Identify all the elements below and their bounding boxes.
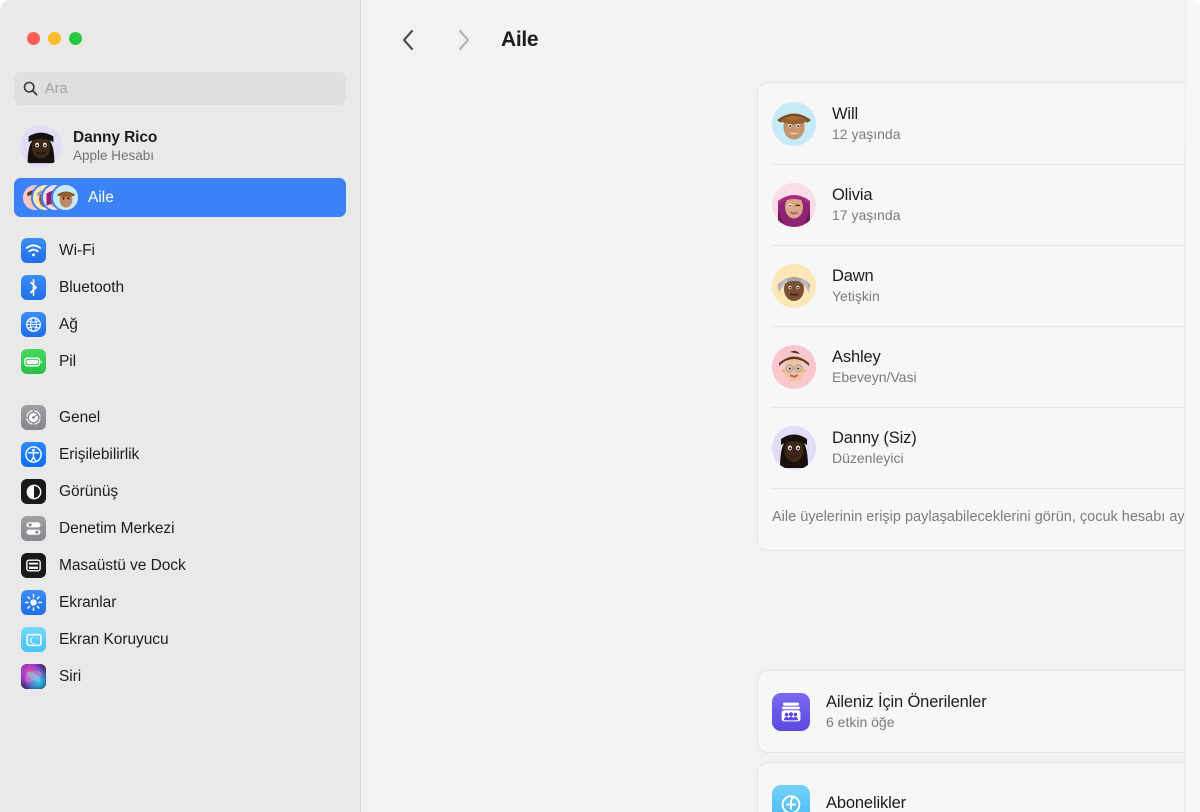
family-recommendations-icon <box>772 692 810 731</box>
avatar <box>772 263 816 308</box>
member-role: Ebeveyn/Vasi <box>832 369 917 385</box>
sidebar-item-wifi[interactable]: Wi-Fi <box>14 232 346 269</box>
detail-pane: Aile Will 12 yaşında Olivia 17 yaşında D… <box>361 0 1200 812</box>
avatar <box>772 182 816 227</box>
member-role: 12 yaşında <box>832 126 901 142</box>
sidebar-item-screensaver[interactable]: Ekran Koruyucu <box>14 621 346 658</box>
table-row[interactable]: Will 12 yaşında <box>758 83 1200 164</box>
sidebar-item-label: Ekranlar <box>59 593 117 611</box>
tile-title: Aileniz İçin Önerilenler <box>826 693 987 711</box>
list-item[interactable]: Abonelikler <box>758 763 1200 812</box>
vertical-scrollbar[interactable] <box>1185 0 1200 812</box>
forward-button[interactable] <box>445 21 483 59</box>
subscriptions-card[interactable]: Abonelikler <box>757 762 1200 812</box>
screensaver-icon <box>21 627 46 652</box>
avatar <box>772 344 816 389</box>
stacked-avatar-4 <box>51 183 80 212</box>
sidebar-item-desktop-dock[interactable]: Masaüstü ve Dock <box>14 547 346 584</box>
member-role: Yetişkin <box>832 288 880 304</box>
sidebar-item-label: Bluetooth <box>59 278 125 296</box>
sidebar-item-bluetooth[interactable]: Bluetooth <box>14 269 346 306</box>
recommendations-card[interactable]: Aileniz İçin Önerilenler 6 etkin öğe <box>757 670 1200 753</box>
siri-icon <box>21 664 46 689</box>
family-members-card: Will 12 yaşında Olivia 17 yaşında Dawn Y… <box>757 82 1200 552</box>
member-role: 17 yaşında <box>832 207 901 223</box>
close-button[interactable] <box>27 32 40 45</box>
sidebar-nav-list: Wi-Fi Bluetooth Ağ Pil Genel Erişilebili… <box>0 232 360 695</box>
member-name: Danny (Siz) <box>832 429 917 447</box>
sidebar: Danny Rico Apple Hesabı <box>0 0 361 812</box>
battery-icon <box>21 349 46 374</box>
avatar <box>772 425 816 470</box>
search-field[interactable] <box>14 72 346 105</box>
sidebar-item-network[interactable]: Ağ <box>14 306 346 343</box>
appearance-icon <box>21 479 46 504</box>
avatar <box>20 125 62 167</box>
sidebar-item-label: Wi-Fi <box>59 241 95 259</box>
desktop-dock-icon <box>21 553 46 578</box>
sidebar-item-label: Erişilebilirlik <box>59 445 140 463</box>
back-button[interactable] <box>389 21 427 59</box>
wifi-icon <box>21 238 46 263</box>
sidebar-item-displays[interactable]: Ekranlar <box>14 584 346 621</box>
sidebar-item-label: Görünüş <box>59 482 119 500</box>
sidebar-item-general[interactable]: Genel <box>14 399 346 436</box>
displays-icon <box>21 590 46 615</box>
sidebar-item-accessibility[interactable]: Erişilebilirlik <box>14 436 346 473</box>
sidebar-item-label: Denetim Merkezi <box>59 519 175 537</box>
gear-icon <box>21 405 46 430</box>
sidebar-item-control-center[interactable]: Denetim Merkezi <box>14 510 346 547</box>
list-item[interactable]: Aileniz İçin Önerilenler 6 etkin öğe <box>758 671 1200 752</box>
account-subtitle: Apple Hesabı <box>73 148 155 163</box>
account-name: Danny Rico <box>73 129 158 146</box>
sidebar-item-appearance[interactable]: Görünüş <box>14 473 346 510</box>
accessibility-icon <box>21 442 46 467</box>
back-chevron-icon <box>402 29 414 51</box>
member-name: Will <box>832 105 858 123</box>
sidebar-account-row[interactable]: Danny Rico Apple Hesabı <box>14 120 346 172</box>
page-title: Aile <box>501 28 539 51</box>
table-row[interactable]: Ashley Ebeveyn/Vasi <box>758 326 1200 407</box>
toolbar: Aile <box>361 0 1200 80</box>
bluetooth-icon <box>21 275 46 300</box>
family-avatar-stack <box>21 183 80 212</box>
globe-icon <box>21 312 46 337</box>
table-row[interactable]: Dawn Yetişkin <box>758 245 1200 326</box>
tile-title: Abonelikler <box>826 794 906 812</box>
minimize-button[interactable] <box>48 32 61 45</box>
search-icon <box>23 81 38 96</box>
member-name: Olivia <box>832 186 873 204</box>
sidebar-item-family[interactable]: Aile <box>14 178 346 217</box>
table-row[interactable]: Olivia 17 yaşında <box>758 164 1200 245</box>
search-input[interactable] <box>45 80 337 97</box>
forward-chevron-icon <box>458 29 470 51</box>
table-row[interactable]: Danny (Siz) Düzenleyici <box>758 407 1200 488</box>
tile-subtitle: 6 etkin öğe <box>826 714 895 730</box>
sidebar-item-siri[interactable]: Siri <box>14 658 346 695</box>
maximize-button[interactable] <box>69 32 82 45</box>
traffic-lights <box>0 0 360 45</box>
sidebar-group-divider <box>0 380 360 399</box>
avatar <box>772 101 816 146</box>
family-description: Aile üyelerinin erişip paylaşabilecekler… <box>758 488 1200 550</box>
member-name: Ashley <box>832 348 881 366</box>
member-role: Düzenleyici <box>832 450 904 466</box>
sidebar-item-label: Pil <box>59 352 77 370</box>
control-center-icon <box>21 516 46 541</box>
sidebar-item-family-label: Aile <box>88 188 114 206</box>
family-description-text: Aile üyelerinin erişip paylaşabilecekler… <box>772 509 1200 525</box>
system-settings-window: Danny Rico Apple Hesabı <box>0 0 1200 812</box>
subscriptions-icon <box>772 784 810 812</box>
sidebar-item-battery[interactable]: Pil <box>14 343 346 380</box>
sidebar-item-label: Ekran Koruyucu <box>59 630 169 648</box>
sidebar-item-label: Masaüstü ve Dock <box>59 556 186 574</box>
sidebar-item-label: Ağ <box>59 315 78 333</box>
sidebar-item-label: Genel <box>59 408 101 426</box>
member-name: Dawn <box>832 267 874 285</box>
sidebar-item-label: Siri <box>59 667 82 685</box>
